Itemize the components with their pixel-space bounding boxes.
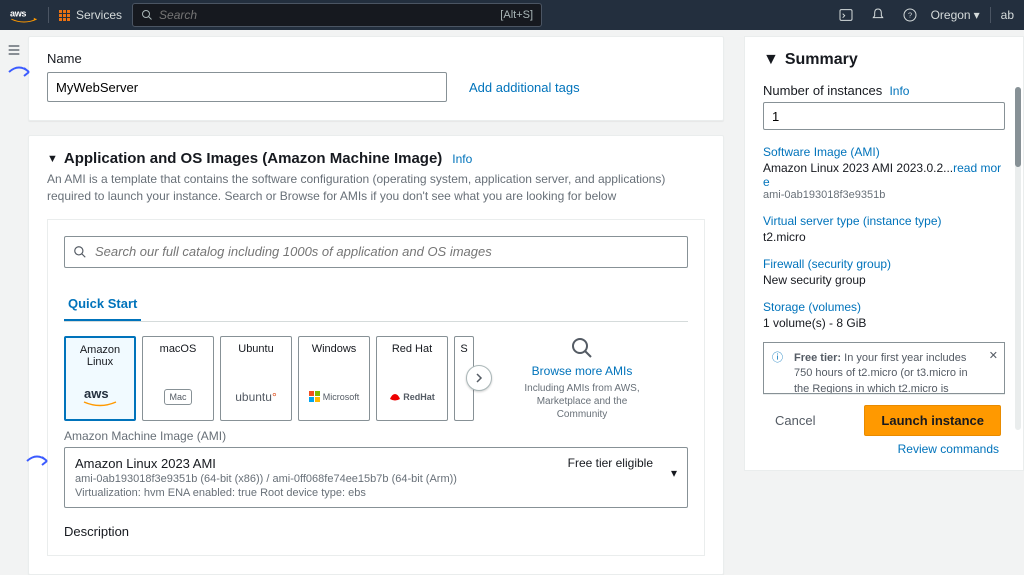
ami-tabs: Quick Start xyxy=(64,288,688,322)
ubuntu-logo-icon: ubuntu° xyxy=(235,380,277,414)
ami-catalog-search[interactable] xyxy=(64,236,688,268)
search-icon xyxy=(141,9,153,21)
summary-col: ▼ Summary Number of instances Info Softw… xyxy=(744,36,1024,575)
ami-info-link[interactable]: Info xyxy=(452,152,472,166)
cancel-button[interactable]: Cancel xyxy=(767,407,823,434)
scrollbar-thumb[interactable] xyxy=(1015,87,1021,167)
summary-firewall-link[interactable]: Firewall (security group) xyxy=(763,257,891,271)
instance-name-input[interactable] xyxy=(47,72,447,102)
review-commands-link[interactable]: Review commands xyxy=(898,442,999,456)
num-instances-label: Number of instances xyxy=(763,83,882,98)
os-scroll-next[interactable] xyxy=(466,365,492,391)
chevron-right-icon xyxy=(474,373,484,383)
caret-down-icon: ▼ xyxy=(47,153,58,165)
ami-description-heading: Description xyxy=(64,524,688,539)
summary-ami-value: Amazon Linux 2023 AMI 2023.0.2...read mo… xyxy=(763,161,1005,201)
services-grid-icon xyxy=(59,10,70,21)
ami-section-title: Application and OS Images (Amazon Machin… xyxy=(64,150,442,167)
services-menu[interactable]: Services xyxy=(59,8,122,22)
cloudshell-icon[interactable] xyxy=(835,4,857,26)
chevron-down-icon: ▾ xyxy=(671,466,677,480)
help-icon[interactable]: ? xyxy=(899,4,921,26)
search-icon xyxy=(73,245,87,259)
chevron-down-icon: ▾ xyxy=(974,8,980,22)
summary-instance-type-value: t2.micro xyxy=(763,230,1005,244)
ami-catalog-search-input[interactable] xyxy=(95,244,679,259)
services-label: Services xyxy=(76,8,122,22)
ami-selected-meta: Virtualization: hvm ENA enabled: true Ro… xyxy=(75,487,657,499)
os-tile-macos[interactable]: macOS Mac xyxy=(142,336,214,421)
ami-selected-ids: ami-0ab193018f3e9351b (64-bit (x86)) / a… xyxy=(75,473,657,485)
aws-logo-icon: aws xyxy=(80,379,120,413)
magnifier-icon xyxy=(570,336,594,360)
ami-section-toggle[interactable]: ▼ Application and OS Images (Amazon Mach… xyxy=(47,150,705,167)
region-selector[interactable]: Oregon ▾ xyxy=(931,8,980,22)
add-tags-link[interactable]: Add additional tags xyxy=(469,80,580,95)
side-panel-toggle[interactable] xyxy=(4,40,24,60)
aws-logo[interactable]: aws xyxy=(10,6,38,24)
svg-text:aws: aws xyxy=(10,8,26,18)
summary-firewall-value: New security group xyxy=(763,273,1005,287)
ami-dropdown-label: Amazon Machine Image (AMI) xyxy=(64,429,688,443)
summary-ami-id: ami-0ab193018f3e9351b xyxy=(763,189,1005,201)
summary-storage-link[interactable]: Storage (volumes) xyxy=(763,300,861,314)
free-tier-notice: ⓘ ✕ Free tier: In your first year includ… xyxy=(763,342,1005,394)
os-tile-row: Amazon Linux aws macOS Mac Ubuntu ubuntu… xyxy=(64,336,688,421)
os-tile-windows[interactable]: Windows Microsoft xyxy=(298,336,370,421)
name-label: Name xyxy=(47,51,705,66)
ami-section-subtitle: An AMI is a template that contains the s… xyxy=(47,171,705,205)
num-instances-info-link[interactable]: Info xyxy=(889,84,909,98)
global-search-input[interactable] xyxy=(159,8,494,22)
svg-text:aws: aws xyxy=(84,386,109,401)
name-and-tags-panel: Name Add additional tags xyxy=(28,36,724,121)
nav-separator xyxy=(48,7,49,23)
browse-more-link[interactable]: Browse more AMIs xyxy=(532,364,633,378)
mac-logo-icon: Mac xyxy=(164,380,191,414)
browse-more-amis: Browse more AMIs Including AMIs from AWS… xyxy=(522,336,642,421)
svg-text:?: ? xyxy=(908,11,912,20)
summary-instance-type-link[interactable]: Virtual server type (instance type) xyxy=(763,214,942,228)
summary-title: Summary xyxy=(785,51,858,69)
ami-panel: ▼ Application and OS Images (Amazon Mach… xyxy=(28,135,724,575)
summary-storage-value: 1 volume(s) - 8 GiB xyxy=(763,316,1005,330)
nav-separator xyxy=(990,7,991,23)
info-icon: ⓘ xyxy=(772,351,783,366)
summary-panel: ▼ Summary Number of instances Info Softw… xyxy=(744,36,1024,471)
caret-down-icon: ▼ xyxy=(763,51,779,69)
close-icon[interactable]: ✕ xyxy=(989,349,998,364)
global-search[interactable]: [Alt+S] xyxy=(132,3,542,27)
redhat-logo-icon: RedHat xyxy=(389,380,435,414)
os-tile-amazon-linux[interactable]: Amazon Linux aws xyxy=(64,336,136,421)
account-menu[interactable]: ab xyxy=(1001,8,1014,22)
top-nav: aws Services [Alt+S] ? Oregon ▾ ab xyxy=(0,0,1024,30)
num-instances-input[interactable] xyxy=(763,102,1005,130)
summary-toggle[interactable]: ▼ Summary xyxy=(763,51,1005,69)
ami-free-tier-badge: Free tier eligible xyxy=(568,456,653,470)
search-shortcut-hint: [Alt+S] xyxy=(500,9,533,21)
os-tile-redhat[interactable]: Red Hat RedHat xyxy=(376,336,448,421)
summary-ami-link[interactable]: Software Image (AMI) xyxy=(763,145,880,159)
ami-dropdown[interactable]: Amazon Linux 2023 AMI Free tier eligible… xyxy=(64,447,688,508)
tab-quick-start[interactable]: Quick Start xyxy=(64,288,141,321)
ami-body: Quick Start Amazon Linux aws macOS Mac U… xyxy=(47,219,705,556)
region-label: Oregon xyxy=(931,8,971,22)
microsoft-logo-icon: Microsoft xyxy=(309,380,360,414)
launch-instance-button[interactable]: Launch instance xyxy=(864,405,1001,436)
summary-footer: Cancel Launch instance Review commands xyxy=(763,394,1005,460)
os-tile-ubuntu[interactable]: Ubuntu ubuntu° xyxy=(220,336,292,421)
notifications-icon[interactable] xyxy=(867,4,889,26)
browse-more-sub: Including AMIs from AWS, Marketplace and… xyxy=(522,382,642,421)
